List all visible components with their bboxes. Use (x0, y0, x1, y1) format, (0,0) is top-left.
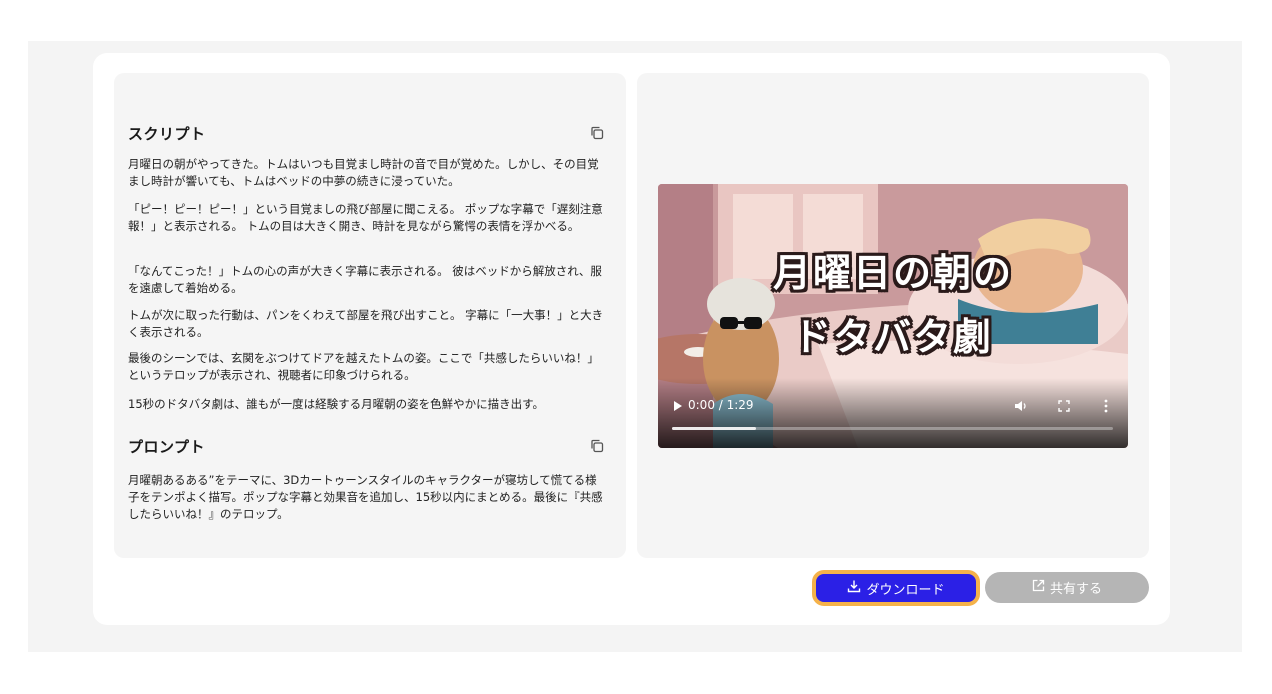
share-button[interactable]: 共有する (985, 572, 1149, 603)
prompt-text: 月曜朝あるある”をテーマに、3Dカートゥーンスタイルのキャラクターが寝坊して慌て… (128, 473, 603, 521)
external-link-icon (1032, 579, 1045, 596)
script-paragraph: 月曜日の朝がやってきた。トムはいつも目覚まし時計の音で目が覚めた。しかし、その目… (128, 157, 599, 188)
more-icon[interactable] (1104, 399, 1108, 416)
script-paragraph: トムが次に取った行動は、パンをくわえて部屋を飛び出すこと。 字幕に「一大事！」と… (128, 308, 604, 339)
script-title: スクリプト (128, 125, 206, 143)
script-paragraph: 「なんてこった！」トムの心の声が大きく字幕に表示される。 彼はベッドから解放され… (128, 264, 602, 295)
video-title-line-1: 月曜日の朝の (772, 251, 1013, 295)
volume-icon[interactable] (1014, 399, 1028, 416)
download-label: ダウンロード (866, 582, 945, 598)
copy-icon[interactable] (589, 438, 605, 454)
prompt-title: プロンプト (128, 438, 206, 456)
play-icon[interactable] (673, 400, 683, 415)
video-player[interactable]: 月曜日の朝の ドタバタ劇 0:00 / 1:29 (658, 184, 1128, 448)
script-paragraph: 15秒のドタバタ劇は、誰もが一度は経験する月曜朝の姿を色鮮やかに描き出す。 (128, 397, 544, 411)
script-paragraph: 「ピー！ピー！ピー！」という目覚ましの飛び部屋に聞こえる。 ポップな字幕で「遅刻… (128, 202, 603, 233)
video-progress-bar[interactable] (672, 427, 1113, 430)
share-label: 共有する (1049, 582, 1102, 597)
copy-icon[interactable] (589, 125, 605, 141)
video-title-line-2: ドタバタ劇 (792, 315, 993, 359)
video-progress-fill (672, 427, 756, 430)
download-button[interactable]: ダウンロード (812, 570, 980, 606)
download-icon (847, 579, 861, 597)
download-button-body[interactable]: ダウンロード (816, 574, 976, 602)
video-time: 0:00 / 1:29 (688, 398, 754, 412)
fullscreen-icon[interactable] (1058, 400, 1070, 415)
script-paragraph: 最後のシーンでは、玄関をぶつけてドアを越えたトムの姿。ここで「共感したらいいね！… (128, 351, 599, 382)
